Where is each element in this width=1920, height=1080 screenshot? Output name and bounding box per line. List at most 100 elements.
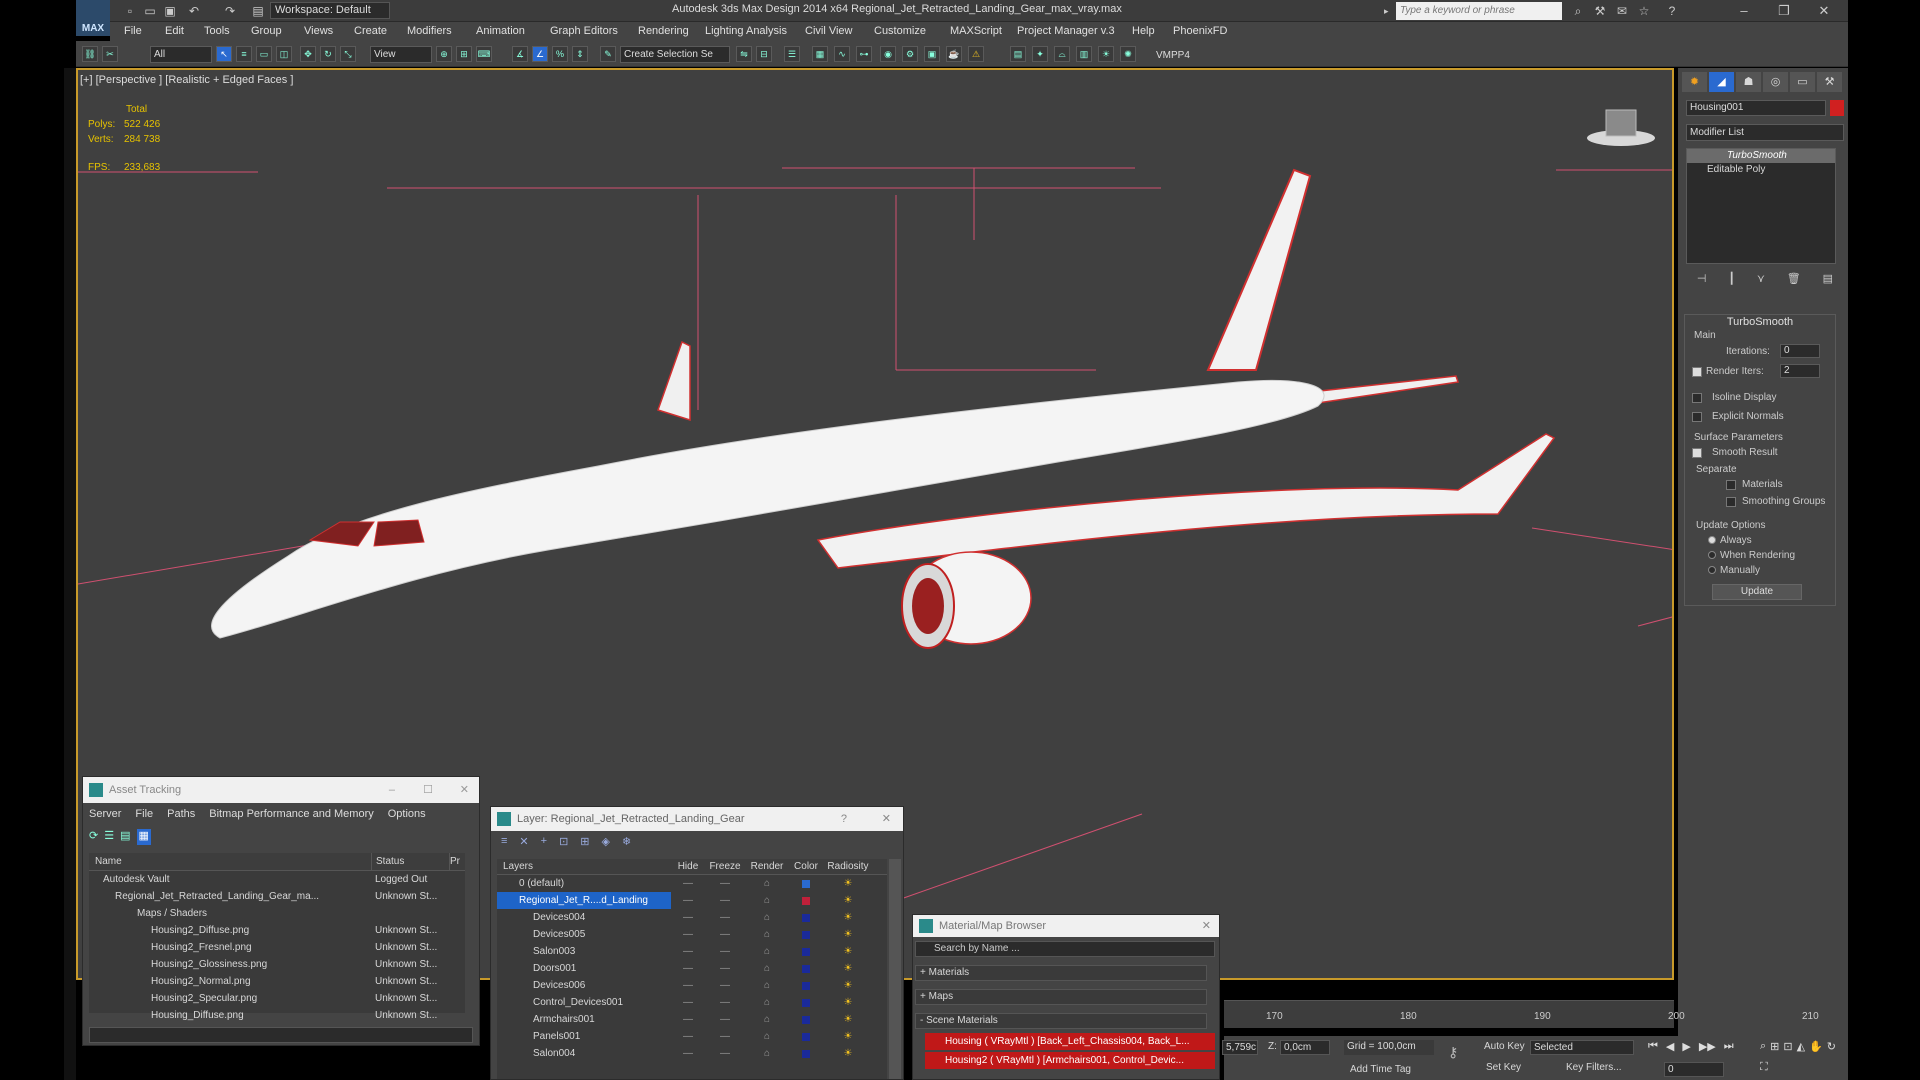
zoom-extents-icon[interactable]: ⊡ [1783,1040,1792,1057]
key-filters-button[interactable]: Key Filters... [1566,1062,1622,1073]
remove-modifier-icon[interactable]: 🗑 [1787,272,1801,288]
link-icon[interactable]: ⛓ [82,46,98,62]
asset-row[interactable]: Regional_Jet_Retracted_Landing_Gear_ma..… [89,888,465,905]
layer-scrollbar[interactable] [889,859,901,1079]
select-move-icon[interactable]: ✥ [300,46,316,62]
window-crossing-icon[interactable]: ◫ [276,46,292,62]
layer-hide-toggle[interactable]: — [671,994,705,1011]
separate-smoothing-checkbox[interactable] [1726,497,1736,510]
layer-hide-toggle[interactable]: — [671,977,705,994]
material-browser-close-icon[interactable]: ✕ [1202,915,1211,937]
snaps-toggle-icon[interactable]: ∡ [512,46,528,62]
layer-radiosity-icon[interactable]: ☀ [823,1045,873,1062]
asset-menu-options[interactable]: Options [388,803,426,825]
layer-color-swatch[interactable] [789,875,823,892]
section-materials[interactable]: + Materials [915,965,1207,981]
layer-hide-toggle[interactable]: — [671,960,705,977]
layer-render-toggle[interactable]: ⌂ [745,926,789,943]
smooth-result-checkbox[interactable] [1692,448,1702,461]
layer-row[interactable]: Devices006— — ⌂ ☀ [497,977,887,994]
make-unique-icon[interactable]: ⋎ [1757,272,1765,288]
layer-radiosity-icon[interactable]: ☀ [823,943,873,960]
show-end-result-icon[interactable]: ┃ [1728,272,1735,288]
asset-row[interactable]: Maps / Shaders [89,905,465,922]
layer-color-swatch[interactable] [789,994,823,1011]
field-of-view-icon[interactable]: ◭ [1797,1040,1805,1057]
redo-icon[interactable]: ↷ [222,3,238,19]
app-logo[interactable]: MAX [76,0,110,36]
object-color-swatch[interactable] [1830,100,1844,116]
layer-col-radiosity[interactable]: Radiosity [823,859,873,874]
key-icon[interactable]: ⚷ [1448,1044,1458,1061]
schematic-view-icon[interactable]: ⊶ [856,46,872,62]
menu-modifiers[interactable]: Modifiers [407,25,452,37]
add-time-tag[interactable]: Add Time Tag [1350,1064,1411,1075]
isoline-checkbox[interactable] [1692,393,1702,406]
menu-create[interactable]: Create [354,25,387,37]
menu-edit[interactable]: Edit [165,25,184,37]
vray-proxy-icon[interactable]: ▥ [1076,46,1092,62]
layer-radiosity-icon[interactable]: ☀ [823,1011,873,1028]
layer-render-toggle[interactable]: ⌂ [745,892,789,909]
menu-tools[interactable]: Tools [204,25,230,37]
save-file-icon[interactable]: ▣ [162,3,178,19]
previous-frame-icon[interactable]: ◀ [1666,1040,1674,1058]
maximize-viewport-icon[interactable]: ⛶ [1760,1061,1768,1078]
asset-maximize-icon[interactable]: ☐ [423,777,433,803]
vray-sun-icon[interactable]: ☀ [1098,46,1114,62]
layer-freeze-toggle[interactable]: — [705,926,745,943]
layer-row[interactable]: Salon004— — ⌂ ☀ [497,1045,887,1062]
layer-render-toggle[interactable]: ⌂ [745,943,789,960]
menu-maxscript[interactable]: MAXScript [950,25,1002,37]
z-coordinate-field[interactable]: 0,0cm [1280,1040,1330,1055]
iterations-spinner[interactable]: 0 [1780,344,1820,358]
minimize-icon[interactable]: – [1724,0,1764,22]
asset-row[interactable]: Housing2_Normal.png Unknown St... [89,973,465,990]
vmpp-label[interactable]: VMPP4 [1156,50,1190,61]
render-setup-icon[interactable]: ⚙ [902,46,918,62]
delete-layer-icon[interactable]: ✕ [519,835,528,851]
layer-color-swatch[interactable] [789,977,823,994]
layer-color-swatch[interactable] [789,1045,823,1062]
rectangular-selection-icon[interactable]: ▭ [256,46,272,62]
material-item-housing2[interactable]: Housing2 ( VRayMtl ) [Armchairs001, Cont… [925,1052,1215,1069]
set-key-button[interactable]: Set Key [1486,1062,1521,1073]
layer-render-toggle[interactable]: ⌂ [745,909,789,926]
layer-hide-toggle[interactable]: — [671,892,705,909]
layer-radiosity-icon[interactable]: ☀ [823,960,873,977]
layer-hide-toggle[interactable]: — [671,943,705,960]
percent-snap-icon[interactable]: % [552,46,568,62]
layer-hide-toggle[interactable]: — [671,1011,705,1028]
layer-row[interactable]: Regional_Jet_R....d_Landing — — ⌂ ☀ [497,892,887,909]
asset-row[interactable]: Housing2_Specular.png Unknown St... [89,990,465,1007]
asset-tracking-titlebar[interactable]: Asset Tracking – ☐ ✕ [83,777,479,803]
layer-hide-toggle[interactable]: — [671,875,705,892]
layer-freeze-toggle[interactable]: — [705,1028,745,1045]
subscription-icon[interactable]: ⚒ [1592,3,1608,19]
pan-icon[interactable]: ✋ [1809,1040,1823,1057]
vray-plane-icon[interactable]: ⌓ [1054,46,1070,62]
favorites-icon[interactable]: ☆ [1636,3,1652,19]
menu-animation[interactable]: Animation [476,25,525,37]
select-in-layer-icon[interactable]: ⊡ [559,835,568,851]
menu-file[interactable]: File [124,25,142,37]
pin-stack-icon[interactable]: ⊣ [1697,272,1707,288]
menu-civil-view[interactable]: Civil View [805,25,852,37]
layer-row[interactable]: Control_Devices001— — ⌂ ☀ [497,994,887,1011]
select-manipulate-icon[interactable]: ⊞ [456,46,472,62]
orbit-icon[interactable]: ↻ [1827,1040,1836,1057]
angle-snap-icon[interactable]: ∠ [532,46,548,62]
asset-minimize-icon[interactable]: – [389,777,395,803]
asset-row[interactable]: Housing2_Glossiness.png Unknown St... [89,956,465,973]
menu-customize[interactable]: Customize [874,25,926,37]
open-file-icon[interactable]: ▭ [142,3,158,19]
layer-titlebar[interactable]: Layer: Regional_Jet_Retracted_Landing_Ge… [491,807,903,831]
layer-col-layers[interactable]: Layers [497,859,671,874]
layer-freeze-toggle[interactable]: — [705,909,745,926]
align-icon[interactable]: ⊟ [756,46,772,62]
current-frame-field[interactable]: 0 [1664,1062,1724,1077]
layer-radiosity-icon[interactable]: ☀ [823,1028,873,1045]
layer-col-render[interactable]: Render [745,859,789,874]
stack-item-editable-poly[interactable]: Editable Poly [1687,163,1835,177]
edit-named-selection-icon[interactable]: ✎ [600,46,616,62]
